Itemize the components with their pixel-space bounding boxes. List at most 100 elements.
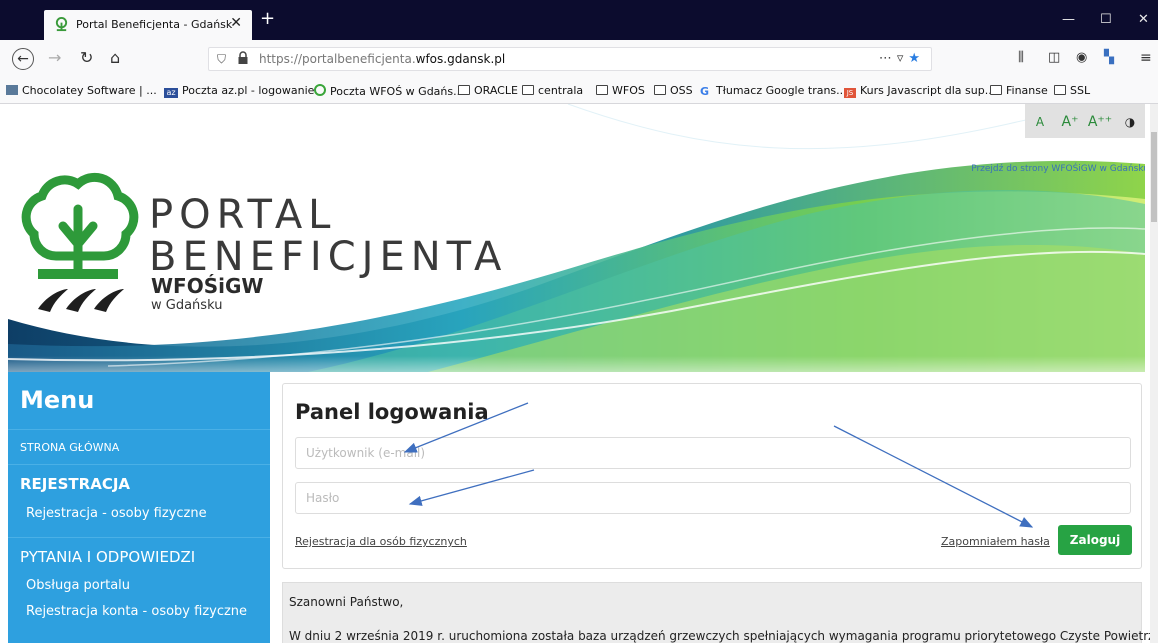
library-icon[interactable]: ⫼	[1018, 50, 1024, 66]
url-domain: wfos.gdansk.pl	[415, 52, 506, 66]
menu-item-home[interactable]: STRONA GŁÓWNA	[20, 441, 119, 454]
menu-divider	[8, 429, 270, 430]
extension-icon[interactable]: ▚	[1104, 50, 1114, 66]
org-city: w Gdańsku	[151, 298, 223, 313]
bookmark-wfos[interactable]: WFOS	[596, 84, 645, 97]
tree-logo-icon	[21, 172, 139, 279]
bookmark-star-icon[interactable]: ★	[908, 51, 925, 66]
page-scrollbar[interactable]	[1150, 104, 1158, 643]
font-medium-button[interactable]: A⁺	[1055, 104, 1085, 138]
sidebar-icon[interactable]: ◫	[1048, 50, 1060, 66]
lock-icon[interactable]	[237, 51, 249, 65]
bookmark-oracle[interactable]: ORACLE	[458, 84, 518, 97]
bookmarks-toolbar: Chocolatey Software | ... az Poczta az.pl…	[0, 78, 1158, 104]
bookmark-google-translate[interactable]: G Tłumacz Google trans...	[700, 84, 847, 97]
bookmark-finanse[interactable]: Finanse	[990, 84, 1048, 97]
bookmark-centrala[interactable]: centrala	[522, 84, 583, 97]
notice-body: W dniu 2 września 2019 r. uruchomiona zo…	[289, 629, 1158, 643]
bookmark-label: OSS	[670, 84, 693, 97]
page-actions: ⋯▿★	[879, 51, 925, 66]
menu-divider	[8, 537, 270, 538]
google-icon: G	[700, 85, 710, 98]
window-close-icon[interactable]: ✕	[1138, 12, 1149, 27]
tab-close-icon[interactable]: ✕	[230, 15, 242, 31]
folder-icon	[596, 85, 608, 95]
page-actions-icon[interactable]: ⋯	[879, 51, 897, 66]
js-icon: JS	[844, 88, 856, 98]
bookmark-poczta-wfos[interactable]: Poczta WFOŚ w Gdańs...	[314, 84, 464, 98]
portal-title: PORTAL BENEFICJENTA	[149, 194, 507, 278]
bookmark-label: centrala	[538, 84, 584, 97]
menu-divider	[8, 464, 270, 465]
font-large-button[interactable]: A⁺⁺	[1085, 104, 1115, 138]
forgot-password-link[interactable]: Zapomniałem hasła	[941, 535, 1050, 548]
pocket-icon[interactable]: ▿	[897, 51, 909, 66]
tree-favicon-icon	[55, 17, 68, 32]
bookmark-oss[interactable]: OSS	[654, 84, 693, 97]
menu-item-faq-portal[interactable]: Obsługa portalu	[26, 578, 130, 593]
chocolatey-icon	[6, 85, 18, 95]
browser-tab-bar: Portal Beneficjenta - Gdańsk ✕ + — ☐ ✕	[0, 0, 1158, 40]
tab-title: Portal Beneficjenta - Gdańsk	[76, 18, 233, 31]
bookmark-label: WFOS	[612, 84, 645, 97]
menu-item-registration-person[interactable]: Rejestracja - osoby fizyczne	[26, 506, 207, 521]
bookmark-label: Poczta az.pl - logowanie	[182, 84, 315, 97]
font-small-button[interactable]: A	[1025, 104, 1055, 138]
bookmark-label: Chocolatey Software | ...	[22, 84, 157, 97]
email-field[interactable]	[295, 437, 1131, 469]
font-size-controls: A A⁺ A⁺⁺ ◑	[1025, 104, 1145, 138]
header-banner: PORTAL BENEFICJENTA WFOŚiGW w Gdańsku A …	[8, 104, 1145, 372]
bookmark-label: Poczta WFOŚ w Gdańs...	[330, 85, 464, 98]
az-icon: az	[164, 88, 178, 98]
scrollbar-thumb[interactable]	[1151, 132, 1157, 222]
forward-icon[interactable]: →	[48, 50, 61, 66]
bookmark-label: SSL	[1070, 84, 1091, 97]
page-content: PORTAL BENEFICJENTA WFOŚiGW w Gdańsku A …	[8, 104, 1158, 643]
org-name: WFOŚiGW	[151, 274, 264, 298]
wfos-mail-icon	[314, 84, 326, 96]
register-link[interactable]: Rejestracja dla osób fizycznych	[295, 535, 467, 548]
back-icon[interactable]: ←	[12, 48, 34, 70]
reload-icon[interactable]: ↻	[80, 50, 93, 66]
password-field[interactable]	[295, 482, 1131, 514]
bookmark-chocolatey[interactable]: Chocolatey Software | ...	[6, 84, 157, 97]
new-tab-icon[interactable]: +	[260, 10, 275, 28]
login-title: Panel logowania	[295, 400, 489, 424]
tracking-shield-icon[interactable]: ⛉	[217, 52, 226, 67]
url-prefix: https://portalbeneficjenta.	[259, 52, 416, 66]
maximize-icon[interactable]: ☐	[1100, 12, 1112, 27]
portal-title-line2: BENEFICJENTA	[149, 234, 508, 280]
address-bar[interactable]: ⛉ https://portalbeneficjenta.wfos.gdansk…	[208, 47, 932, 71]
folder-icon	[522, 85, 534, 95]
menu-section-faq: PYTANIA I ODPOWIEDZI	[20, 548, 196, 566]
account-icon[interactable]: ◉	[1076, 50, 1087, 66]
login-button[interactable]: Zaloguj	[1058, 525, 1132, 555]
home-icon[interactable]: ⌂	[110, 50, 120, 66]
folder-icon	[458, 85, 470, 95]
menu-item-faq-account[interactable]: Rejestracja konta - osoby fizyczne	[26, 604, 247, 619]
bookmark-ssl[interactable]: SSL	[1054, 84, 1090, 97]
notice-box: Szanowni Państwo, W dniu 2 września 2019…	[282, 582, 1158, 643]
folder-icon	[990, 85, 1002, 95]
sidebar-menu: Menu STRONA GŁÓWNA REJESTRACJA Rejestrac…	[8, 372, 270, 643]
browser-nav-bar: ← → ↻ ⌂ ⛉ https://portalbeneficjenta.wfo…	[0, 40, 1158, 78]
menu-hamburger-icon[interactable]: ≡	[1140, 50, 1152, 66]
wfos-site-link[interactable]: Przejdź do strony WFOŚiGW w Gdańsku	[971, 164, 1145, 174]
swoosh-logo-icon	[38, 289, 124, 312]
bookmark-kurs-js[interactable]: JS Kurs Javascript dla sup...	[844, 84, 995, 98]
portal-title-line1: PORTAL	[149, 192, 337, 238]
minimize-icon[interactable]: —	[1062, 12, 1075, 27]
login-panel: Panel logowania Rejestracja dla osób fiz…	[282, 383, 1142, 569]
menu-section-registration: REJESTRACJA	[20, 475, 131, 493]
notice-greeting: Szanowni Państwo,	[289, 595, 404, 609]
folder-icon	[1054, 85, 1066, 95]
bookmark-poczta-az[interactable]: az Poczta az.pl - logowanie	[164, 84, 314, 98]
bookmark-label: ORACLE	[474, 84, 518, 97]
browser-tab[interactable]: Portal Beneficjenta - Gdańsk ✕	[44, 10, 252, 40]
url-text: https://portalbeneficjenta.wfos.gdansk.p…	[259, 52, 505, 66]
bookmark-label: Finanse	[1006, 84, 1048, 97]
bookmark-label: Tłumacz Google trans...	[716, 84, 847, 97]
contrast-icon[interactable]: ◑	[1115, 104, 1145, 138]
menu-title: Menu	[20, 386, 95, 414]
bookmark-label: Kurs Javascript dla sup...	[860, 84, 996, 97]
